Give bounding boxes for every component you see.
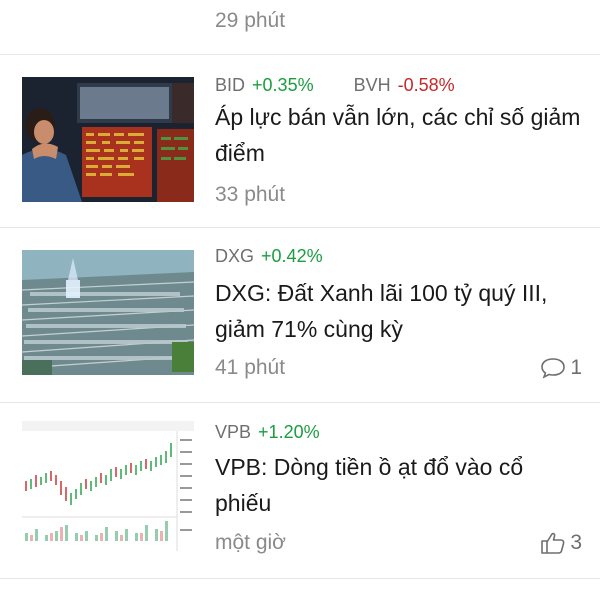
ticker-symbol[interactable]: DXG [215,246,254,266]
news-item[interactable]: DXG +0.42% DXG: Đất Xanh lãi 100 tỷ quý … [0,228,600,402]
article-time: 29 phút [215,9,286,32]
real-estate-aerial-photo[interactable] [22,250,194,375]
ticker-list: BID +0.35% BVH -0.58% [215,75,457,96]
ticker-change: +1.20% [258,422,320,442]
comment-icon [541,358,566,379]
ticker-symbol[interactable]: VPB [215,422,251,442]
stock-trader-photo[interactable] [22,77,194,202]
news-item[interactable]: VPB +1.20% VPB: Dòng tiền ồ ạt đổ vào cổ… [0,403,600,578]
candlestick-chart-screenshot[interactable] [22,421,194,551]
like-count-value: 3 [570,531,582,554]
article-time: một giờ [215,531,286,554]
article-time: 33 phút [215,183,286,206]
comment-count-value: 1 [570,356,582,379]
article-title[interactable]: VPB: Dòng tiền ồ ạt đổ vào cổ phiếu [215,449,585,521]
article-title[interactable]: DXG: Đất Xanh lãi 100 tỷ quý III, giảm 7… [215,275,585,347]
ticker-symbol[interactable]: BID [215,75,245,95]
divider [0,578,600,579]
ticker-change: +0.42% [261,246,323,266]
article-title[interactable]: Áp lực bán vẫn lớn, các chỉ số giảm điểm [215,99,585,171]
comment-count[interactable]: 1 [540,356,582,380]
like-count[interactable]: 3 [540,531,582,555]
article-time: 41 phút [215,356,286,379]
ticker-change: +0.35% [252,75,314,95]
ticker-list: VPB +1.20% [215,422,322,443]
ticker-change: -0.58% [397,75,455,95]
news-item[interactable]: BID +0.35% BVH -0.58% Áp lực bán vẫn lớn… [0,55,600,227]
ticker-symbol[interactable]: BVH [354,75,391,95]
ticker-list: DXG +0.42% [215,246,325,267]
thumbs-up-icon [541,532,565,554]
